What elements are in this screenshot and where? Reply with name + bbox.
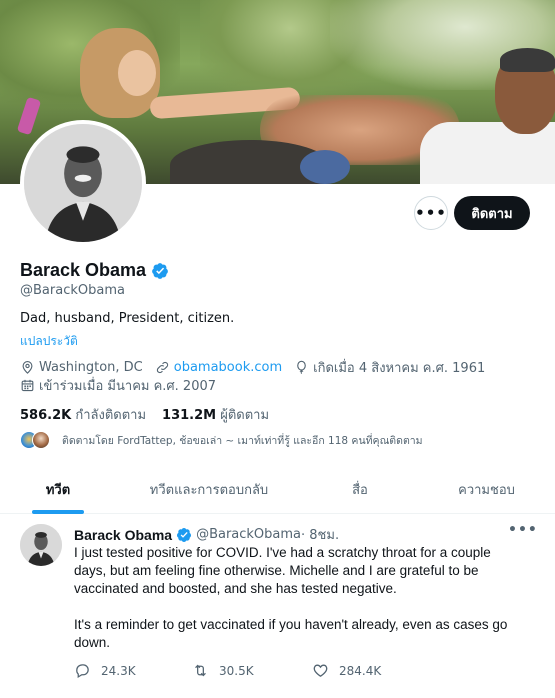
followed-by-text: ติดตามโดย FordTattep, ช้อขอเล่า ~ เมาท์เ… xyxy=(62,434,423,447)
tab-tweets[interactable]: ทวีต xyxy=(0,464,116,514)
reply-button[interactable]: 24.3K xyxy=(74,662,192,679)
tweet-author-name[interactable]: Barack Obama xyxy=(74,527,172,543)
retweet-button[interactable]: 30.5K xyxy=(192,662,312,679)
followers-count: 131.2M xyxy=(162,408,217,423)
tweet-paragraph: I just tested positive for COVID. I've h… xyxy=(74,545,491,596)
tab-label: ทวีต xyxy=(45,482,71,498)
profile-stats: 586.2K กำลังติดตาม 131.2M ผู้ติดตาม xyxy=(20,404,285,425)
tweet-paragraph: It's a reminder to get vaccinated if you… xyxy=(74,617,508,650)
profile-avatar[interactable] xyxy=(20,120,146,246)
profile-handle: @BarackObama xyxy=(20,283,125,298)
translate-bio-link[interactable]: แปลประวัติ xyxy=(20,332,78,351)
verified-badge-icon xyxy=(152,262,168,279)
tab-label: ความชอบ xyxy=(458,482,515,498)
profile-name: Barack Obama xyxy=(20,260,147,280)
tab-likes[interactable]: ความชอบ xyxy=(418,464,555,514)
website-item: obamabook.com xyxy=(155,360,282,375)
calendar-icon xyxy=(21,379,34,392)
avatar-portrait xyxy=(20,524,62,566)
location-text: Washington, DC xyxy=(39,360,143,375)
followed-by-avatars xyxy=(20,431,56,449)
banner-person-face xyxy=(118,50,156,96)
tab-media[interactable]: สื่อ xyxy=(302,464,418,514)
tweet-header: Barack Obama @BarackObama · 8ชม. xyxy=(74,524,339,545)
link-icon xyxy=(156,361,168,374)
profile-name-row: Barack Obama xyxy=(20,260,169,281)
more-options-button[interactable]: ••• xyxy=(414,196,448,230)
tweet-author-avatar[interactable] xyxy=(20,524,62,566)
profile-tabs: ทวีต ทวีตและการตอบกลับ สื่อ ความชอบ xyxy=(0,464,555,514)
heart-icon xyxy=(313,664,328,677)
followers-label: ผู้ติดตาม xyxy=(220,408,270,423)
following-count: 586.2K xyxy=(20,408,72,423)
tweet-timestamp[interactable]: · 8ชม. xyxy=(301,524,339,545)
banner-person-hair xyxy=(500,48,555,72)
tweet-author-handle[interactable]: @BarackObama xyxy=(196,527,301,542)
location-item: Washington, DC xyxy=(20,360,143,375)
website-link[interactable]: obamabook.com xyxy=(174,360,282,375)
tweet-actions: 24.3K 30.5K 284.4K xyxy=(74,662,422,679)
birthday-item: เกิดเมื่อ 4 สิงหาคม ค.ศ. 1961 xyxy=(294,357,485,378)
retweet-icon xyxy=(195,664,206,677)
like-button[interactable]: 284.4K xyxy=(312,662,422,679)
avatar-portrait xyxy=(24,124,142,242)
banner-crowd-cap xyxy=(300,150,350,184)
tweet-more-button[interactable]: ••• xyxy=(508,522,538,538)
joined-text: เข้าร่วมเมื่อ มีนาคม ค.ศ. 2007 xyxy=(39,379,217,394)
followed-by-row[interactable]: ติดตามโดย FordTattep, ช้อขอเล่า ~ เมาท์เ… xyxy=(20,431,423,449)
like-count: 284.4K xyxy=(339,663,382,678)
mini-avatar xyxy=(32,431,50,449)
profile-bio: Dad, husband, President, citizen. xyxy=(20,311,235,326)
joined-item: เข้าร่วมเมื่อ มีนาคม ค.ศ. 2007 xyxy=(20,375,216,396)
tab-tweets-and-replies[interactable]: ทวีตและการตอบกลับ xyxy=(116,464,302,514)
active-tab-indicator xyxy=(32,510,84,514)
following-stat[interactable]: 586.2K กำลังติดตาม xyxy=(20,404,146,425)
tweet-text: I just tested positive for COVID. I've h… xyxy=(74,544,524,670)
following-label: กำลังติดตาม xyxy=(75,408,147,423)
reply-count: 24.3K xyxy=(101,663,136,678)
tab-label: สื่อ xyxy=(352,482,368,498)
followers-stat[interactable]: 131.2M ผู้ติดตาม xyxy=(162,404,269,425)
verified-badge-icon xyxy=(177,527,192,542)
balloon-icon xyxy=(297,360,306,374)
reply-icon xyxy=(76,664,89,679)
profile-meta-row: เข้าร่วมเมื่อ มีนาคม ค.ศ. 2007 xyxy=(20,375,228,396)
follow-button[interactable]: ติดตาม xyxy=(454,196,530,230)
map-pin-icon xyxy=(22,361,33,374)
tab-label: ทวีตและการตอบกลับ xyxy=(149,482,269,498)
birthday-text: เกิดเมื่อ 4 สิงหาคม ค.ศ. 1961 xyxy=(313,361,486,376)
retweet-count: 30.5K xyxy=(219,663,254,678)
